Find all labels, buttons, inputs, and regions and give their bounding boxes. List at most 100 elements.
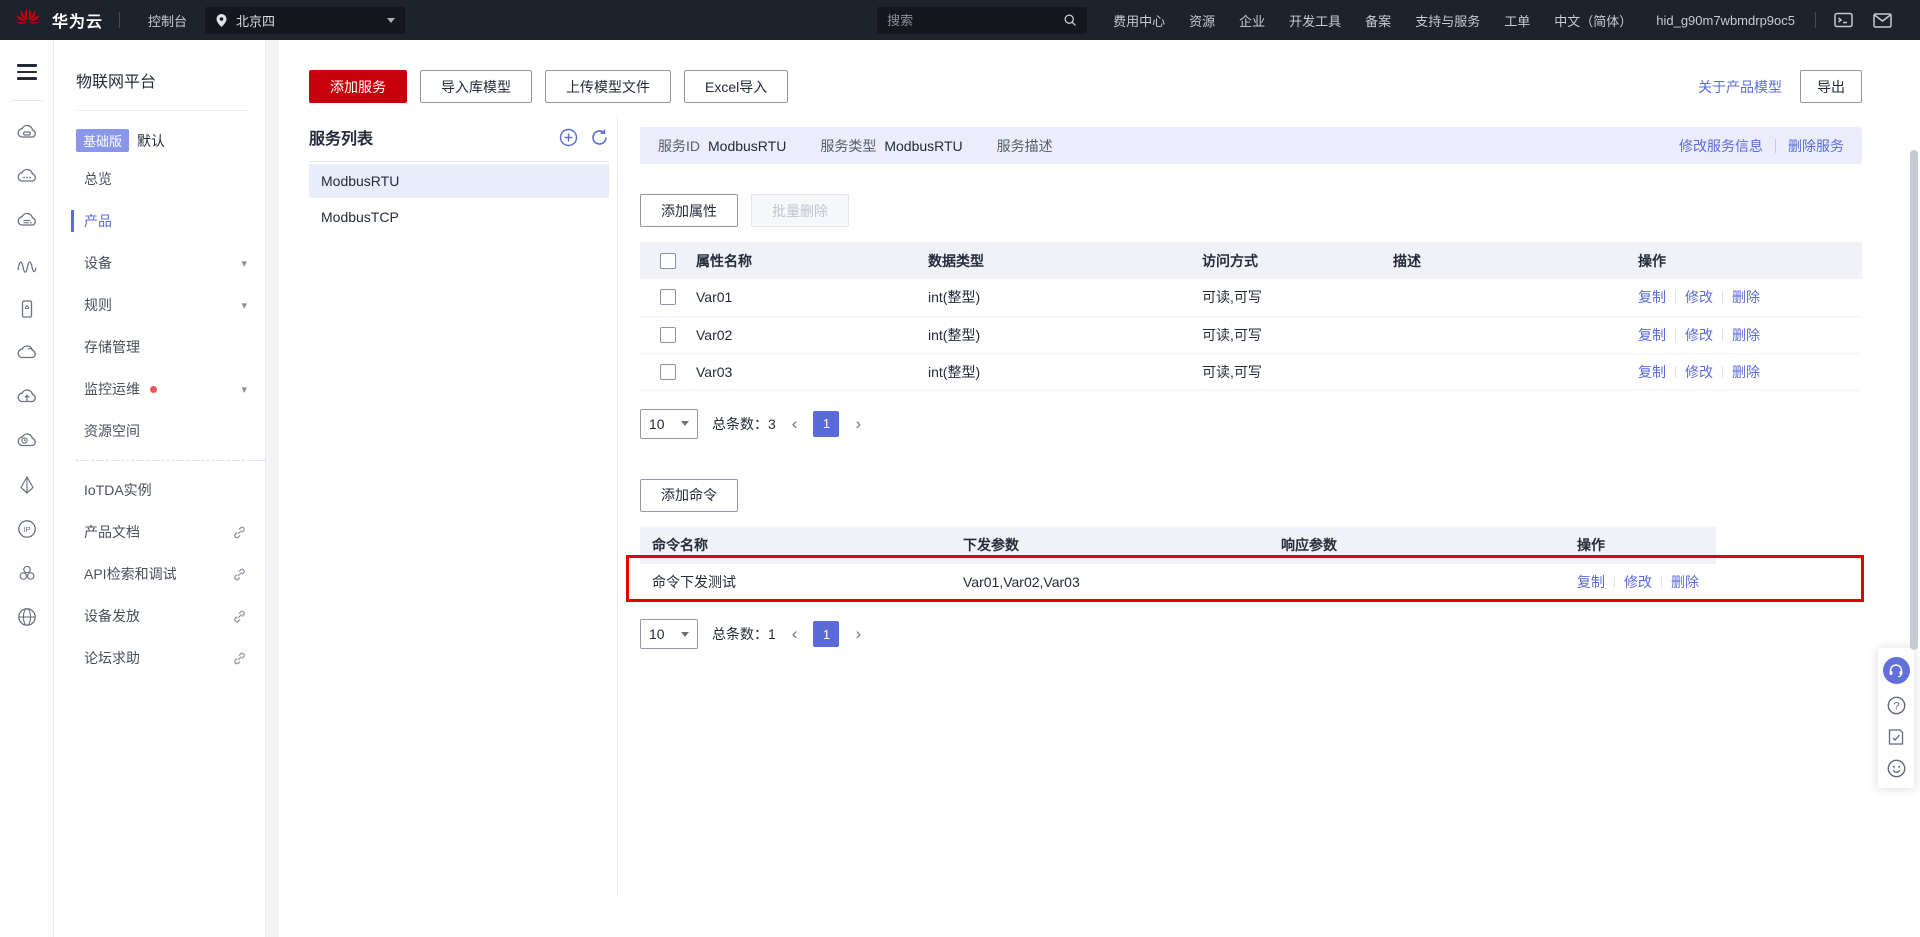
device-icon[interactable] bbox=[0, 287, 53, 331]
search-input[interactable] bbox=[887, 13, 1063, 28]
next-page-icon[interactable]: › bbox=[853, 414, 863, 434]
page-size-select[interactable]: 10 bbox=[640, 619, 698, 649]
delete-service-link[interactable]: 删除服务 bbox=[1788, 136, 1844, 156]
sidebar-item-api-explorer[interactable]: API检索和调试 bbox=[54, 553, 265, 595]
delete-link[interactable]: 删除 bbox=[1671, 574, 1699, 590]
nav-ticket[interactable]: 工单 bbox=[1504, 11, 1530, 30]
about-product-model-link[interactable]: 关于产品模型 bbox=[1698, 77, 1782, 97]
huawei-logo[interactable]: 华为云 bbox=[14, 7, 103, 33]
edit-link[interactable]: 修改 bbox=[1685, 289, 1713, 305]
page-number-button[interactable]: 1 bbox=[813, 411, 839, 437]
smiley-face-icon[interactable] bbox=[1886, 758, 1907, 779]
page-scrollbar[interactable] bbox=[1910, 150, 1918, 650]
add-property-button[interactable]: 添加属性 bbox=[640, 194, 738, 227]
nav-enterprise[interactable]: 企业 bbox=[1239, 11, 1265, 30]
add-circle-icon[interactable] bbox=[559, 128, 578, 147]
sidebar-item-iotda-instances[interactable]: IoTDA实例 bbox=[54, 469, 265, 511]
hamburger-menu-icon[interactable] bbox=[17, 60, 37, 84]
upload-model-file-button[interactable]: 上传模型文件 bbox=[545, 70, 671, 103]
delete-link[interactable]: 删除 bbox=[1732, 364, 1760, 380]
copy-link[interactable]: 复制 bbox=[1638, 289, 1666, 305]
edit-service-link[interactable]: 修改服务信息 bbox=[1679, 136, 1763, 156]
sidebar-item-overview[interactable]: 总览 bbox=[54, 158, 265, 200]
sidebar-item-devices[interactable]: 设备 ▾ bbox=[54, 242, 265, 284]
nav-icp[interactable]: 备案 bbox=[1365, 11, 1391, 30]
sidebar-item-products[interactable]: 产品 bbox=[54, 200, 265, 242]
page-number-button[interactable]: 1 bbox=[813, 621, 839, 647]
add-command-button[interactable]: 添加命令 bbox=[640, 479, 738, 512]
copy-link[interactable]: 复制 bbox=[1577, 574, 1605, 590]
property-type: int(整型) bbox=[920, 316, 1194, 353]
service-id-value: ModbusRTU bbox=[708, 138, 786, 154]
service-item-modbusrtu[interactable]: ModbusRTU bbox=[309, 164, 609, 198]
prism-icon[interactable] bbox=[0, 463, 53, 507]
cloud-list-icon[interactable] bbox=[0, 199, 53, 243]
delete-link[interactable]: 删除 bbox=[1732, 327, 1760, 343]
sidebar-item-storage[interactable]: 存储管理 bbox=[54, 326, 265, 368]
nav-support[interactable]: 支持与服务 bbox=[1415, 11, 1480, 30]
property-access: 可读,可写 bbox=[1194, 279, 1385, 316]
row-checkbox[interactable] bbox=[660, 289, 676, 305]
refresh-icon[interactable] bbox=[590, 128, 609, 147]
console-link[interactable]: 控制台 bbox=[148, 11, 187, 30]
prev-page-icon[interactable]: ‹ bbox=[790, 414, 800, 434]
cloud-clock-icon[interactable] bbox=[0, 419, 53, 463]
copy-link[interactable]: 复制 bbox=[1638, 364, 1666, 380]
chevron-down-icon: ▾ bbox=[241, 299, 247, 312]
version-row: 基础版 默认 bbox=[54, 129, 265, 158]
cluster-icon[interactable] bbox=[0, 551, 53, 595]
feedback-icon[interactable] bbox=[1886, 727, 1906, 747]
edit-link[interactable]: 修改 bbox=[1685, 327, 1713, 343]
add-service-button[interactable]: 添加服务 bbox=[309, 70, 407, 103]
row-checkbox[interactable] bbox=[660, 364, 676, 380]
sidebar-item-product-docs[interactable]: 产品文档 bbox=[54, 511, 265, 553]
delete-link[interactable]: 删除 bbox=[1732, 289, 1760, 305]
edit-link[interactable]: 修改 bbox=[1685, 364, 1713, 380]
help-question-icon[interactable]: ? bbox=[1886, 695, 1907, 716]
sidebar-item-resource-spaces[interactable]: 资源空间 bbox=[54, 410, 265, 452]
nav-devtools[interactable]: 开发工具 bbox=[1289, 11, 1341, 30]
properties-actions: 添加属性 批量删除 bbox=[640, 194, 1862, 227]
sidebar-item-monitoring[interactable]: 监控运维 ▾ bbox=[54, 368, 265, 410]
topbar-search[interactable] bbox=[877, 7, 1087, 34]
import-library-model-button[interactable]: 导入库模型 bbox=[420, 70, 532, 103]
page-size-select[interactable]: 10 bbox=[640, 409, 698, 439]
waves-icon[interactable] bbox=[0, 243, 53, 287]
brand-name[interactable]: 华为云 bbox=[52, 8, 103, 32]
support-headset-icon[interactable] bbox=[1883, 657, 1910, 684]
sidebar-item-rules[interactable]: 规则 ▾ bbox=[54, 284, 265, 326]
sidebar-divider bbox=[76, 110, 249, 111]
search-icon[interactable] bbox=[1063, 12, 1077, 28]
cli-terminal-icon[interactable] bbox=[1834, 12, 1853, 28]
sidebar-item-forum-help[interactable]: 论坛求助 bbox=[54, 637, 265, 679]
prev-page-icon[interactable]: ‹ bbox=[790, 624, 800, 644]
select-all-checkbox[interactable] bbox=[660, 253, 676, 269]
ip-circle-icon[interactable]: IP bbox=[0, 507, 53, 551]
cloud-dots-icon[interactable] bbox=[0, 155, 53, 199]
excel-import-button[interactable]: Excel导入 bbox=[684, 70, 788, 103]
nav-language[interactable]: 中文（简体） bbox=[1554, 11, 1632, 30]
copy-link[interactable]: 复制 bbox=[1638, 327, 1666, 343]
command-name: 命令下发测试 bbox=[640, 564, 955, 601]
nav-billing[interactable]: 费用中心 bbox=[1113, 11, 1165, 30]
edit-link[interactable]: 修改 bbox=[1624, 574, 1652, 590]
cloud-icon[interactable] bbox=[0, 331, 53, 375]
service-item-modbustcp[interactable]: ModbusTCP bbox=[309, 200, 609, 234]
cloud-upload-icon[interactable] bbox=[0, 375, 53, 419]
nav-account[interactable]: hid_g90m7wbmdrp9oc5 bbox=[1656, 13, 1795, 28]
sidebar-scrollbar[interactable] bbox=[266, 40, 279, 937]
region-select[interactable]: 北京四 bbox=[205, 7, 405, 34]
nav-resources[interactable]: 资源 bbox=[1189, 11, 1215, 30]
region-value: 北京四 bbox=[236, 11, 275, 30]
row-checkbox[interactable] bbox=[660, 327, 676, 343]
service-list-panel: 服务列表 ModbusRTU ModbusTCP bbox=[309, 117, 609, 897]
service-list-title: 服务列表 bbox=[309, 125, 559, 149]
globe-icon[interactable] bbox=[0, 595, 53, 639]
mail-icon[interactable] bbox=[1873, 13, 1892, 28]
cloud-server-icon[interactable] bbox=[0, 111, 53, 155]
sidebar-item-device-provisioning[interactable]: 设备发放 bbox=[54, 595, 265, 637]
next-page-icon[interactable]: › bbox=[853, 624, 863, 644]
external-link-icon bbox=[232, 651, 247, 666]
export-button[interactable]: 导出 bbox=[1800, 70, 1862, 103]
table-row: Var02 int(整型) 可读,可写 复制修改删除 bbox=[640, 316, 1862, 353]
